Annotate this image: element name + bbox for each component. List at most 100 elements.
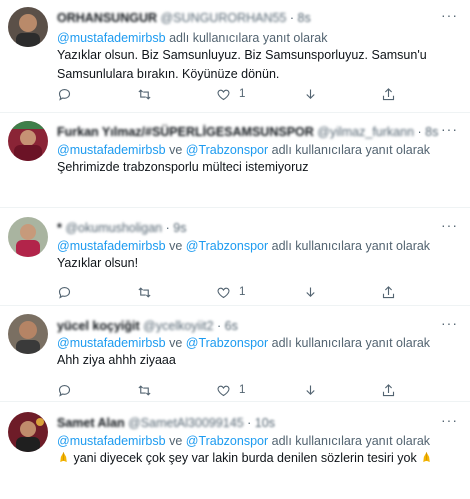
share-up-button[interactable] (381, 380, 396, 400)
mention-link[interactable]: @Trabzonspor (186, 434, 268, 448)
reply-icon (58, 384, 71, 397)
like-count: 1 (239, 286, 246, 298)
avatar[interactable] (8, 217, 48, 257)
reply-icon (58, 88, 71, 101)
reply-suffix: adlı kullanıcılara yanıt olarak (271, 239, 431, 253)
reply-suffix: adlı kullanıcılara yanıt olarak (271, 143, 431, 157)
reply-button[interactable] (57, 380, 72, 400)
tweet-actions: 1 (57, 282, 397, 302)
like-count: 1 (239, 88, 246, 100)
separator-dot: · (165, 221, 170, 235)
tweet[interactable]: Samet Alan @SametAl30099145 · 10s ··· @m… (0, 402, 470, 499)
reply-icon (58, 286, 71, 299)
avatar[interactable] (8, 314, 48, 354)
avatar[interactable] (8, 121, 48, 161)
reply-suffix: adlı kullanıcılara yanıt olarak (271, 336, 431, 350)
tweet-header: ORHANSUNGUR @SUNGURORHAN55 · 8s (57, 10, 311, 26)
user-handle[interactable]: @okumusholigan (65, 221, 162, 235)
reply-connector: ve (169, 434, 183, 448)
display-name[interactable]: * (57, 221, 62, 235)
mention-link[interactable]: @mustafademirbsb (57, 239, 166, 253)
reply-button[interactable] (57, 282, 72, 302)
tweet[interactable]: Furkan Yılmaz/#SÜPERLİGESAMSUNSPOR @yilm… (0, 113, 470, 208)
reply-context: @mustafademirbsb adlı kullanıcılara yanı… (57, 30, 327, 46)
more-icon[interactable]: ··· (441, 121, 458, 137)
tweet-actions: 1 (57, 84, 397, 104)
retweet-button[interactable] (137, 380, 152, 400)
reply-button[interactable] (57, 84, 72, 104)
tweet-replies-feed: ORHANSUNGUR @SUNGURORHAN55 · 8s ··· @mus… (0, 0, 470, 499)
like-icon (217, 89, 230, 100)
tweet-header: Samet Alan @SametAl30099145 · 10s (57, 415, 275, 431)
reply-connector: ve (169, 336, 183, 350)
share-down-button[interactable] (303, 84, 318, 104)
avatar[interactable] (8, 412, 48, 452)
separator-dot: · (417, 125, 422, 139)
like-button[interactable]: 1 (216, 84, 245, 104)
share-up-button[interactable] (381, 282, 396, 302)
tweet[interactable]: yücel koçyiğit @ycelkoyiit2 · 6s ··· @mu… (0, 306, 470, 402)
pray-hands-emoji (60, 452, 67, 463)
tweet-text: Yazıklar olsun. Biz Samsunluyuz. Biz Sam… (57, 48, 427, 81)
display-name[interactable]: ORHANSUNGUR (57, 11, 157, 25)
like-icon (217, 287, 230, 298)
mention-link[interactable]: @Trabzonspor (186, 143, 268, 157)
retweet-icon (138, 286, 151, 298)
pray-hands-emoji (423, 452, 430, 463)
reply-connector: ve (169, 239, 183, 253)
like-count: 1 (239, 384, 246, 396)
tweet-header: Furkan Yılmaz/#SÜPERLİGESAMSUNSPOR @yilm… (57, 124, 438, 140)
tweet-text-body: yani diyecek çok şey var lakin burda den… (73, 451, 417, 465)
tweet-text: Ahh ziya ahhh ziyaaa (57, 353, 176, 367)
mention-link[interactable]: @Trabzonspor (186, 336, 268, 350)
share-down-icon (306, 89, 315, 99)
timestamp[interactable]: 9s (173, 221, 186, 235)
like-button[interactable]: 1 (216, 282, 245, 302)
share-up-button[interactable] (381, 84, 396, 104)
share-down-button[interactable] (303, 380, 318, 400)
reply-context: @mustafademirbsb ve @Trabzonspor adlı ku… (57, 238, 430, 254)
user-handle[interactable]: @SUNGURORHAN55 (160, 11, 286, 25)
more-icon[interactable]: ··· (441, 412, 458, 428)
like-button[interactable]: 1 (216, 380, 245, 400)
tweet[interactable]: ORHANSUNGUR @SUNGURORHAN55 · 8s ··· @mus… (0, 0, 470, 113)
more-icon[interactable]: ··· (441, 7, 458, 23)
mention-link[interactable]: @mustafademirbsb (57, 143, 166, 157)
more-icon[interactable]: ··· (441, 315, 458, 331)
timestamp[interactable]: 8s (298, 11, 311, 25)
display-name[interactable]: Furkan Yılmaz/#SÜPERLİGESAMSUNSPOR (57, 125, 314, 139)
display-name[interactable]: Samet Alan (57, 416, 125, 430)
tweet-header: yücel koçyiğit @ycelkoyiit2 · 6s (57, 318, 238, 334)
reply-suffix: adlı kullanıcılara yanıt olarak (169, 31, 328, 45)
separator-dot: · (247, 416, 252, 430)
avatar[interactable] (8, 7, 48, 47)
share-up-icon (382, 383, 395, 396)
mention-link[interactable]: @Trabzonspor (186, 239, 268, 253)
tweet-actions: 1 (57, 380, 397, 400)
timestamp[interactable]: 6s (225, 319, 238, 333)
display-name[interactable]: yücel koçyiğit (57, 319, 140, 333)
reply-context: @mustafademirbsb ve @Trabzonspor adlı ku… (57, 335, 430, 351)
timestamp[interactable]: 10s (255, 416, 275, 430)
tweet-text: Yazıklar olsun! (57, 256, 139, 270)
share-down-icon (306, 385, 315, 395)
share-down-icon (306, 287, 315, 297)
mention-link[interactable]: @mustafademirbsb (57, 434, 166, 448)
mention-link[interactable]: @mustafademirbsb (57, 336, 166, 350)
user-handle[interactable]: @ycelkoyiit2 (143, 319, 213, 333)
tweet-header: * @okumusholigan · 9s (57, 220, 186, 236)
timestamp[interactable]: 8s (425, 125, 438, 139)
separator-dot: · (289, 11, 295, 25)
retweet-button[interactable] (137, 84, 152, 104)
user-handle[interactable]: @SametAl30099145 (128, 416, 244, 430)
retweet-button[interactable] (137, 282, 152, 302)
tweet[interactable]: * @okumusholigan · 9s ··· @mustafademirb… (0, 208, 470, 306)
mention-link[interactable]: @mustafademirbsb (57, 31, 166, 45)
reply-connector: ve (169, 143, 183, 157)
share-up-icon (382, 87, 395, 100)
share-down-button[interactable] (303, 282, 318, 302)
share-up-icon (382, 285, 395, 298)
more-icon[interactable]: ··· (441, 217, 458, 233)
tweet-text: Şehrimizde trabzonsporlu mülteci istemiy… (57, 160, 309, 174)
user-handle[interactable]: @yilmaz_furkann (317, 125, 414, 139)
